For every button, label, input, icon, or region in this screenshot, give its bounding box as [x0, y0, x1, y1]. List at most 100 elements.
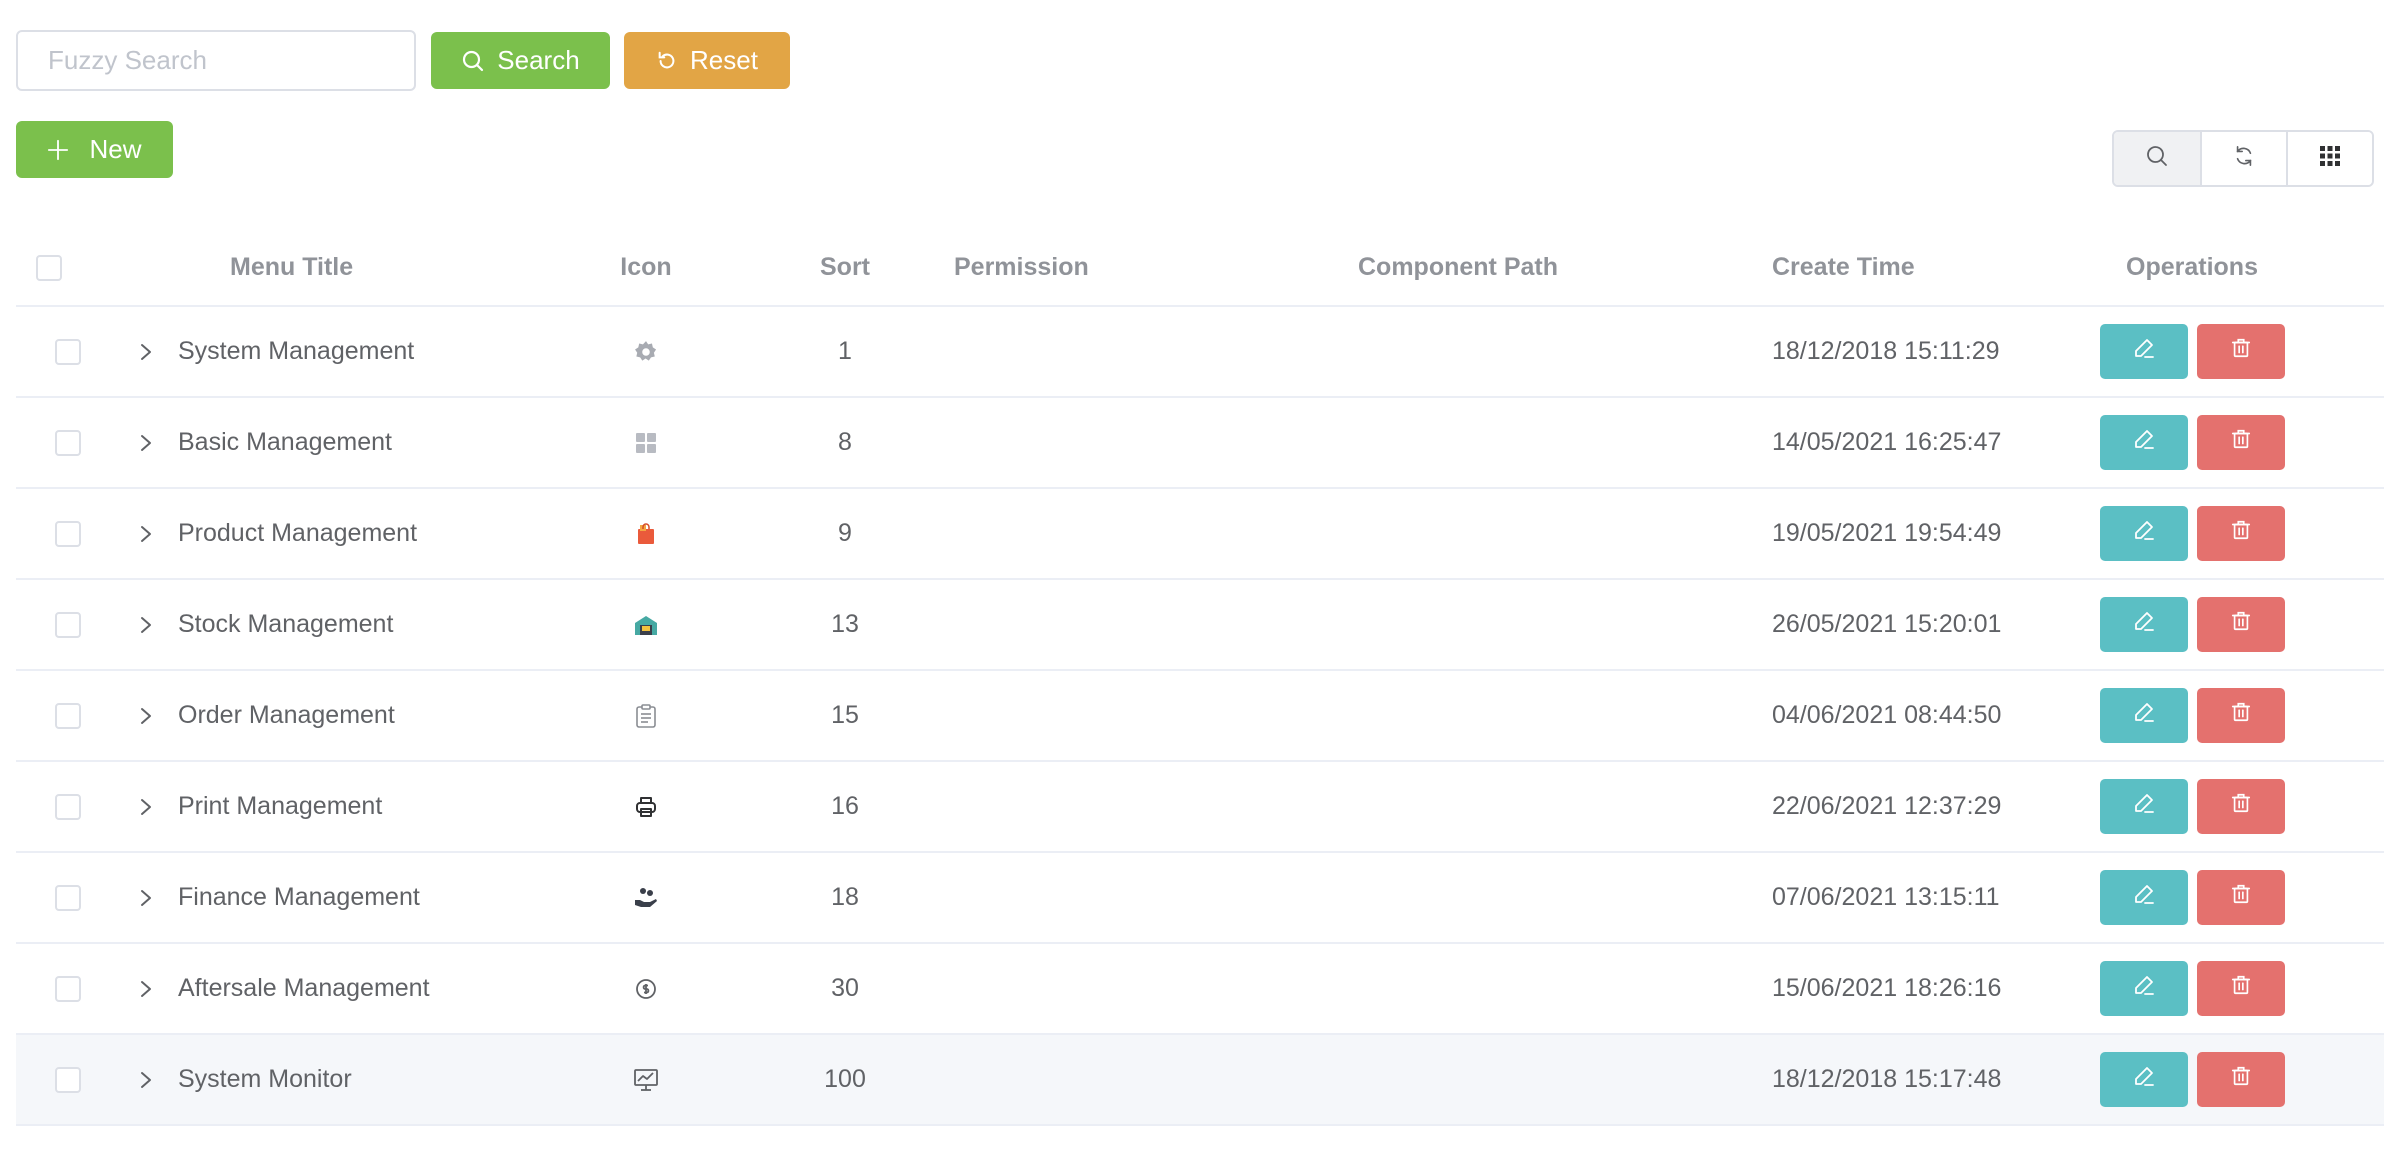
column-settings-button[interactable]: [2286, 132, 2372, 185]
edit-button[interactable]: [2099, 688, 2188, 743]
operations-cell: [2058, 870, 2286, 925]
create-time-value: 19/05/2021 19:54:49: [1772, 519, 2002, 547]
table-row: System Management 1 18/12/2018 15:11:29: [16, 307, 2384, 398]
delete-icon: [2230, 974, 2252, 1003]
chevron-right-icon[interactable]: [132, 797, 160, 817]
row-checkbox[interactable]: [55, 611, 81, 638]
edit-button[interactable]: [2099, 597, 2188, 652]
edit-button[interactable]: [2099, 506, 2188, 561]
edit-button[interactable]: [2099, 779, 2188, 834]
refresh-table-button[interactable]: [2200, 132, 2286, 185]
delete-button[interactable]: [2196, 1052, 2285, 1107]
create-time-value: 18/12/2018 15:11:29: [1772, 337, 2000, 365]
plus-icon: [47, 139, 69, 161]
delete-button[interactable]: [2196, 324, 2285, 379]
chevron-right-icon[interactable]: [132, 979, 160, 999]
chevron-right-icon[interactable]: [132, 1070, 160, 1090]
select-all-checkbox[interactable]: [36, 254, 62, 281]
row-checkbox[interactable]: [55, 429, 81, 456]
toggle-search-button[interactable]: [2114, 132, 2200, 185]
row-checkbox-cell: [16, 1066, 114, 1093]
edit-icon: [2132, 973, 2156, 1004]
menu-title: System Monitor: [178, 1065, 352, 1093]
table-row: Basic Management 8 14/05/2021 16:25:47: [16, 398, 2384, 489]
monitor-chart-icon: [556, 1067, 736, 1093]
edit-button[interactable]: [2099, 415, 2188, 470]
warehouse-icon: [556, 613, 736, 637]
sort-value: 100: [824, 1065, 866, 1093]
chevron-right-icon[interactable]: [132, 433, 160, 453]
fuzzy-search-input[interactable]: [16, 30, 416, 91]
sort-value: 16: [831, 792, 859, 820]
delete-icon: [2230, 337, 2252, 366]
edit-icon: [2132, 427, 2156, 458]
delete-button[interactable]: [2196, 779, 2285, 834]
delete-button[interactable]: [2196, 688, 2285, 743]
delete-icon: [2230, 1065, 2252, 1094]
row-checkbox[interactable]: [55, 520, 81, 547]
create-time-value: 15/06/2021 18:26:16: [1772, 974, 2002, 1002]
create-time-value: 18/12/2018 15:17:48: [1772, 1065, 2002, 1093]
edit-button[interactable]: [2099, 324, 2188, 379]
sort-value: 30: [831, 974, 859, 1002]
row-checkbox[interactable]: [55, 793, 81, 820]
row-checkbox[interactable]: [55, 338, 81, 365]
operations-cell: [2058, 961, 2286, 1016]
header-create-time: Create Time: [1772, 253, 1915, 281]
row-checkbox[interactable]: [55, 702, 81, 729]
edit-icon: [2132, 791, 2156, 822]
header-icon: Icon: [620, 253, 672, 281]
delete-button[interactable]: [2196, 961, 2285, 1016]
row-checkbox[interactable]: [55, 884, 81, 911]
row-checkbox-cell: [16, 884, 114, 911]
search-button[interactable]: Search: [431, 32, 610, 89]
table-row: Aftersale Management 30 15/06/2021 18:26…: [16, 944, 2384, 1035]
gear-icon: [556, 339, 736, 365]
edit-button[interactable]: [2099, 1052, 2188, 1107]
table-row: Product Management 9 19/05/2021 19:54:49: [16, 489, 2384, 580]
row-checkbox-cell: [16, 429, 114, 456]
menu-management-page: Search Reset New: [0, 0, 2396, 1158]
table-row: Finance Management 18 07/06/2021 13:15:1…: [16, 853, 2384, 944]
header-operations: Operations: [2126, 253, 2258, 281]
table-toolbar: [2112, 130, 2374, 187]
edit-button[interactable]: [2099, 961, 2188, 1016]
sort-value: 9: [838, 519, 852, 547]
edit-icon: [2132, 1064, 2156, 1095]
row-checkbox[interactable]: [55, 975, 81, 1002]
menu-table: Menu Title Icon Sort Permission Componen…: [16, 230, 2384, 1126]
header-component-path: Component Path: [1358, 253, 1558, 281]
row-checkbox-cell: [16, 611, 114, 638]
header-permission: Permission: [954, 253, 1089, 281]
reset-button[interactable]: Reset: [624, 32, 790, 89]
sort-value: 18: [831, 883, 859, 911]
chevron-right-icon[interactable]: [132, 706, 160, 726]
edit-icon: [2132, 336, 2156, 367]
edit-icon: [2132, 518, 2156, 549]
chevron-right-icon[interactable]: [132, 888, 160, 908]
chevron-right-icon[interactable]: [132, 524, 160, 544]
new-button[interactable]: New: [16, 121, 173, 178]
delete-button[interactable]: [2196, 415, 2285, 470]
delete-button[interactable]: [2196, 597, 2285, 652]
table-row: Stock Management 13 26/05/2021 15:20:01: [16, 580, 2384, 671]
create-time-value: 26/05/2021 15:20:01: [1772, 610, 2002, 638]
operations-cell: [2058, 779, 2286, 834]
row-checkbox-cell: [16, 793, 114, 820]
delete-button[interactable]: [2196, 870, 2285, 925]
edit-icon: [2132, 700, 2156, 731]
row-checkbox[interactable]: [55, 1066, 81, 1093]
operations-cell: [2058, 1052, 2286, 1107]
edit-button[interactable]: [2099, 870, 2188, 925]
operations-cell: [2058, 688, 2286, 743]
row-checkbox-cell: [16, 338, 114, 365]
table-row: System Monitor 100 18/12/2018 15:17:48: [16, 1035, 2384, 1126]
printer-icon: [556, 795, 736, 819]
search-icon: [2145, 144, 2169, 173]
row-checkbox-cell: [16, 702, 114, 729]
chevron-right-icon[interactable]: [132, 615, 160, 635]
row-checkbox-cell: [16, 975, 114, 1002]
delete-button[interactable]: [2196, 506, 2285, 561]
menu-title: Print Management: [178, 792, 383, 820]
chevron-right-icon[interactable]: [132, 342, 160, 362]
